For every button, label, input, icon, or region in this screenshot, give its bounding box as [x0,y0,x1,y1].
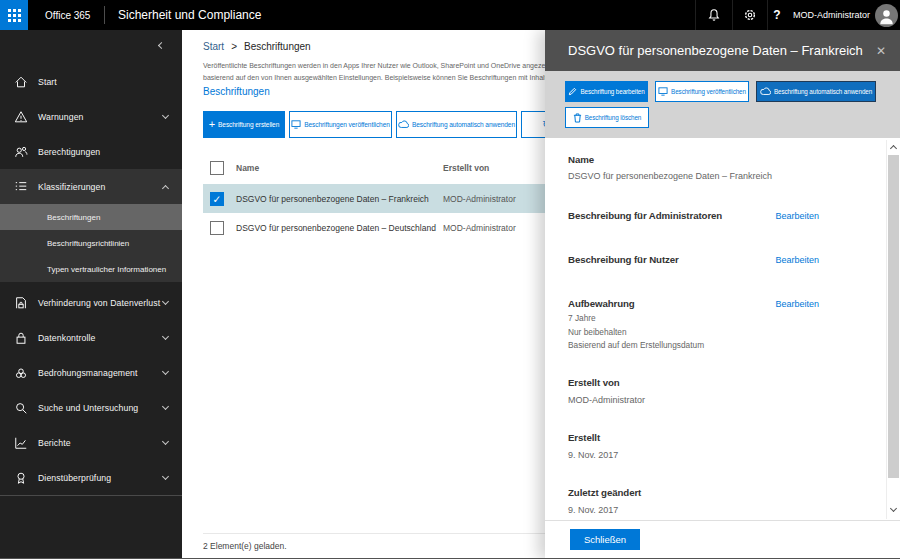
column-created-by: Erstellt von [443,163,489,173]
list-icon [14,180,28,194]
column-name: Name [236,163,443,173]
chevron-up-icon [162,184,169,191]
sidebar-subitem-beschriftungsrichtlinien[interactable]: Beschriftungsrichtlinien [0,230,182,256]
row-checkbox[interactable] [210,221,224,235]
auto-apply-label-button[interactable]: Beschriftung automatisch anwenden [396,111,517,138]
panel-footer: Schließen [545,520,900,559]
chevron-down-icon [162,297,169,304]
help-button[interactable]: ? [768,0,786,30]
home-icon [14,75,28,89]
notifications-button[interactable] [696,0,732,30]
edit-admin-description-link[interactable]: Bearbeiten [775,208,819,224]
sidebar-item-dienstueberpruefung[interactable]: Dienstüberprüfung [0,460,182,495]
sidebar-subitem-beschriftungen[interactable]: Beschriftungen [0,204,182,230]
scrollbar-thumb[interactable] [888,155,899,478]
chart-icon [14,436,28,450]
edit-user-description-link[interactable]: Bearbeiten [775,252,819,268]
biohazard-icon [14,366,28,380]
breadcrumb-start-link[interactable]: Start [203,41,224,52]
chevron-down-icon [162,402,169,409]
publish-icon [291,120,301,129]
sidebar-item-warnungen[interactable]: Warnungen [0,99,182,134]
help-icon: ? [773,8,780,22]
breadcrumb-separator: > [231,41,237,52]
edit-label-button[interactable]: Beschriftung bearbeiten [565,81,648,102]
details-panel: DSGVO für personenbezogene Daten – Frank… [545,30,900,559]
settings-button[interactable] [733,0,767,30]
publish-icon [658,87,668,96]
sidebar-item-berechtigungen[interactable]: Berechtigungen [0,134,182,169]
user-name[interactable]: MOD-Administrator [786,10,875,20]
person-icon [875,4,898,27]
section-admin-description: Beschreibung für Administratoren Bearbei… [568,208,819,224]
pencil-icon [568,87,577,96]
sidebar-item-bedrohungsmanagement[interactable]: Bedrohungsmanagement [0,355,182,390]
chevron-down-icon [162,472,169,479]
edit-retention-link[interactable]: Bearbeiten [775,296,819,312]
panel-header: DSGVO für personenbezogene Daten – Frank… [545,30,900,71]
sidebar-item-berichte[interactable]: Berichte [0,425,182,460]
sidebar-item-datenkontrolle[interactable]: Datenkontrolle [0,320,182,355]
chevron-down-icon [162,332,169,339]
sidebar-divider [0,495,182,496]
avatar[interactable] [875,4,898,27]
nav-collapse-button[interactable] [0,30,182,60]
plus-icon: + [209,118,215,130]
trash-icon [573,113,582,123]
sidebar-subitem-typen-vertraulicher-informationen[interactable]: Typen vertraulicher Informationen [0,256,182,282]
cloud-icon [398,120,409,129]
panel-scrollbar[interactable] [886,140,899,519]
doc-lock-icon [14,296,28,310]
sidebar-item-suche-und-untersuchung[interactable]: Suche und Untersuchung [0,390,182,425]
chevron-down-icon [162,111,169,118]
sidebar-item-start[interactable]: Start [0,64,182,99]
scroll-up-icon[interactable] [890,144,897,151]
status-text: 2 Element(e) geladen. [203,541,287,551]
scroll-down-icon[interactable] [890,506,897,513]
lock-icon [14,331,28,345]
auto-apply-button[interactable]: Beschriftung automatisch anwenden [756,81,876,102]
section-user-description: Beschreibung für Nutzer Bearbeiten [568,252,819,268]
section-name: Name DSGVO für personenbezogene Daten – … [568,152,819,184]
sidebar-section-klassifizierungen: Klassifizierungen Beschriftungen Beschri… [0,169,182,282]
row-checkbox-checked[interactable]: ✓ [210,192,224,206]
people-icon [14,145,28,159]
create-label-button[interactable]: +Beschriftung erstellen [203,111,285,138]
ribbon-icon [14,471,28,485]
sidebar-item-klassifizierungen[interactable]: Klassifizierungen [0,169,182,204]
section-modified: Zuletzt geändert 9. Nov. 2017 [568,485,819,518]
sidebar-item-verhinderung-von-datenverlust[interactable]: Verhinderung von Datenverlust [0,285,182,320]
cloud-icon [760,87,771,96]
gear-icon [743,8,757,22]
left-nav: Start Warnungen Berechtigungen Klassifiz… [0,30,182,559]
publish-labels-button[interactable]: Beschriftungen veröffentlichen [289,111,392,138]
delete-label-button[interactable]: Beschriftung löschen [565,107,649,128]
panel-toolbar: Beschriftung bearbeiten Beschriftung ver… [545,71,900,138]
chevron-down-icon [162,367,169,374]
panel-content: Name DSGVO für personenbezogene Daten – … [545,138,886,520]
waffle-icon [8,9,21,22]
select-all-checkbox[interactable] [210,161,224,175]
brand-office365[interactable]: Office 365 [28,10,104,21]
section-created-by: Erstellt von MOD-Administrator [568,375,819,408]
close-icon[interactable]: ✕ [876,44,886,58]
section-created: Erstellt 9. Nov. 2017 [568,430,819,463]
product-title: Sicherheit und Compliance [105,8,261,22]
close-panel-button[interactable]: Schließen [570,529,640,550]
top-bar: Office 365 Sicherheit und Compliance ? M… [0,0,900,30]
breadcrumb-current: Beschriftungen [244,41,311,52]
publish-label-button[interactable]: Beschriftung veröffentlichen [655,81,749,102]
bell-icon [707,8,721,22]
app-launcher-button[interactable] [0,0,28,30]
chevron-down-icon [162,437,169,444]
chevron-left-icon [158,41,165,48]
search-icon [14,401,28,415]
warning-icon [14,110,28,124]
panel-title: DSGVO für personenbezogene Daten – Frank… [568,43,863,58]
section-retention: Aufbewahrung Bearbeiten 7 Jahre Nur beib… [568,296,819,353]
